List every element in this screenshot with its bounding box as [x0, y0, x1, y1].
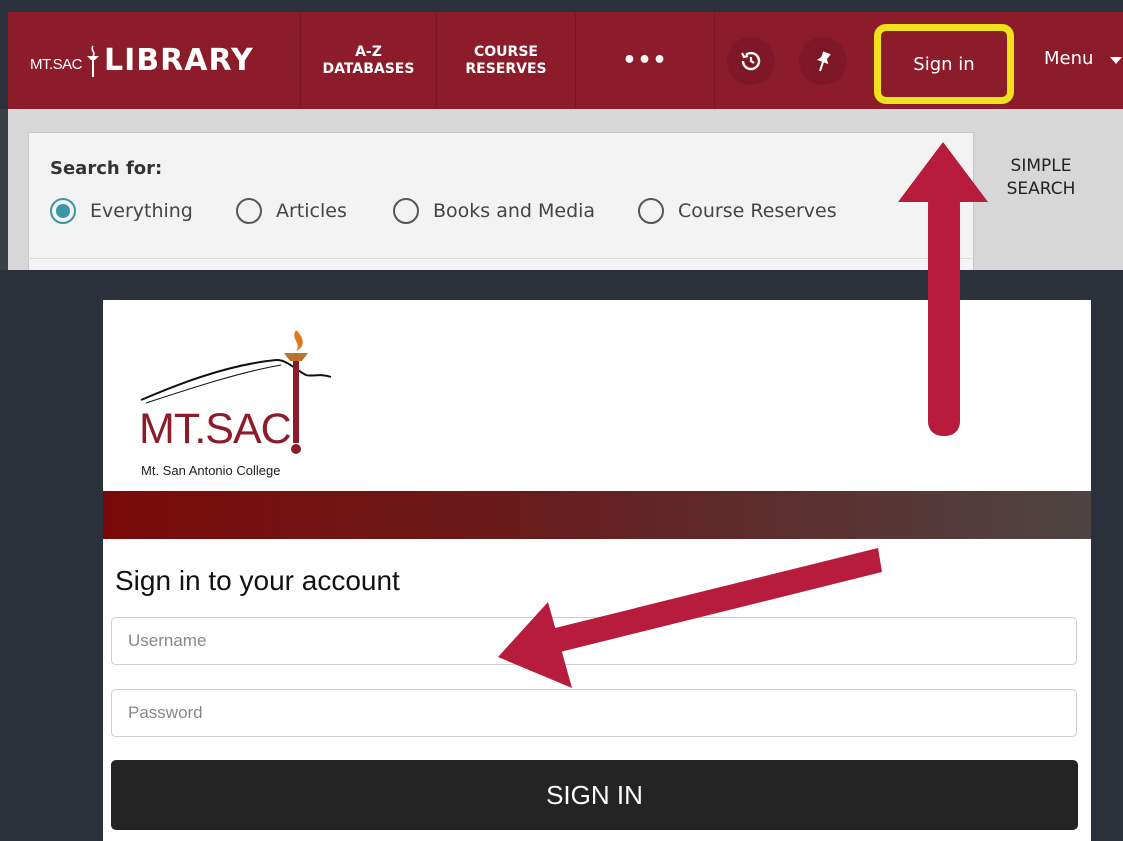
pin-icon-bg: [799, 36, 847, 85]
logo-mtsac-text: MT.SAC: [30, 56, 83, 73]
search-for-label: Search for:: [50, 158, 163, 179]
login-panel: MT.SAC Mt. San Antonio College Sign in t…: [103, 300, 1091, 841]
radio-course-reserves[interactable]: Course Reserves: [638, 198, 837, 224]
menu-button[interactable]: Menu: [1044, 48, 1093, 69]
signin-link[interactable]: Sign in: [874, 24, 1014, 104]
header-gradient-band: [103, 491, 1091, 539]
radio-articles[interactable]: Articles: [236, 198, 347, 224]
more-options-button[interactable]: •••: [576, 12, 715, 109]
radio-books-label: Books and Media: [433, 200, 596, 222]
radio-unchecked-icon: [638, 198, 664, 224]
radio-books-media[interactable]: Books and Media: [393, 198, 595, 224]
radio-checked-icon: [50, 198, 76, 224]
library-header-panel: MT.SAC LIBRARY A-Z DATABASES COURSE RESE…: [0, 0, 1123, 270]
history-icon: [741, 51, 761, 70]
torch-icon: [87, 45, 100, 77]
nav-az-line2: DATABASES: [322, 60, 415, 77]
college-logo-text: MT.SAC: [139, 405, 292, 453]
nav-course-reserves[interactable]: COURSE RESERVES: [437, 12, 576, 109]
password-input[interactable]: [111, 689, 1077, 737]
pin-button[interactable]: [787, 12, 859, 109]
radio-unchecked-icon: [393, 198, 419, 224]
logo-library-text: LIBRARY: [104, 43, 254, 78]
pin-icon: [817, 51, 831, 71]
radio-course-label: Course Reserves: [678, 200, 837, 222]
college-logo: MT.SAC Mt. San Antonio College: [136, 325, 346, 478]
simple-search-link[interactable]: SIMPLE SEARCH: [998, 155, 1084, 201]
nav-cr-line1: COURSE: [474, 43, 538, 60]
menu-caret-icon: [1110, 57, 1122, 64]
nav-az-line1: A-Z: [355, 43, 382, 60]
radio-unchecked-icon: [236, 198, 262, 224]
nav-az-databases[interactable]: A-Z DATABASES: [301, 12, 437, 109]
login-title: Sign in to your account: [115, 565, 400, 596]
username-input[interactable]: [111, 617, 1077, 665]
search-divider: [28, 258, 974, 259]
history-button[interactable]: [715, 12, 787, 109]
radio-everything-label: Everything: [90, 200, 193, 222]
signin-submit-button[interactable]: SIGN IN: [111, 760, 1078, 830]
panel-left-edge: [0, 109, 8, 270]
college-logo-subtitle: Mt. San Antonio College: [141, 463, 281, 478]
radio-articles-label: Articles: [276, 200, 347, 222]
nav-cr-line2: RESERVES: [465, 60, 547, 77]
radio-everything[interactable]: Everything: [50, 198, 193, 224]
history-icon-bg: [727, 36, 775, 85]
library-logo[interactable]: MT.SAC LIBRARY: [8, 12, 301, 109]
